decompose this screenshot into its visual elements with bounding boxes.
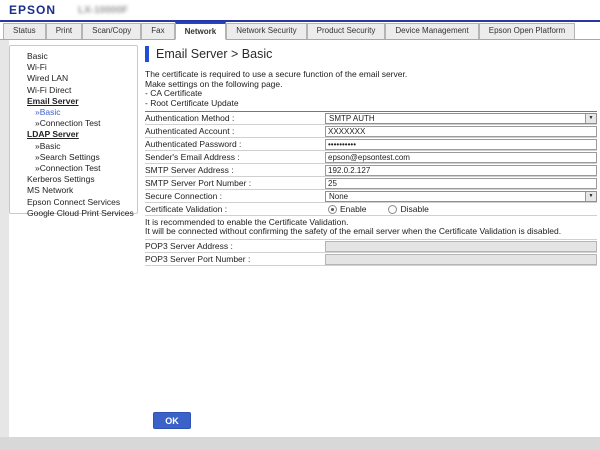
- senders-email-address-input[interactable]: [325, 152, 597, 163]
- pop3-server-port-number-input: [325, 254, 597, 265]
- form-row-senders-email-address: Sender's Email Address :: [145, 151, 597, 164]
- form-row-smtp-server-address: SMTP Server Address :: [145, 164, 597, 177]
- page-title-row: Email Server > Basic: [145, 45, 597, 62]
- pop3-server-address-label: POP3 Server Address :: [145, 241, 325, 251]
- sidebar-item-basic[interactable]: Basic: [10, 51, 137, 62]
- pop3-server-port-number-label: POP3 Server Port Number :: [145, 254, 325, 264]
- sidebar-section-email-server[interactable]: Email Server: [10, 96, 137, 107]
- certificate-validation-disable-option[interactable]: Disable: [388, 204, 428, 214]
- tab-status[interactable]: Status: [3, 23, 46, 39]
- sidebar-item-ms-network[interactable]: MS Network: [10, 185, 137, 196]
- smtp-server-port-number-label: SMTP Server Port Number :: [145, 178, 325, 188]
- app-header: EPSON LX-10000F: [0, 0, 600, 20]
- disable-option-label: Disable: [400, 204, 428, 214]
- main-content: Email Server > Basic The certificate is …: [145, 45, 597, 266]
- sidebar-item-email-server-connection-test[interactable]: »Connection Test: [10, 118, 137, 129]
- authenticated-account-label: Authenticated Account :: [145, 126, 325, 136]
- smtp-server-address-label: SMTP Server Address :: [145, 165, 325, 175]
- sidebar-nav: Basic Wi-Fi Wired LAN Wi-Fi Direct Email…: [9, 45, 138, 214]
- form-row-pop3-server-address: POP3 Server Address :: [145, 240, 597, 253]
- note-line: It will be connected without confirming …: [145, 227, 597, 236]
- radio-selected-icon[interactable]: [328, 205, 337, 214]
- authentication-method-select[interactable]: SMTP AUTH ▼: [325, 113, 597, 124]
- chevron-down-icon[interactable]: ▼: [585, 114, 596, 123]
- smtp-server-address-input[interactable]: [325, 165, 597, 176]
- authentication-method-label: Authentication Method :: [145, 113, 325, 123]
- sidebar-item-google-cloud-print-services[interactable]: Google Cloud Print Services: [10, 208, 137, 219]
- sidebar-item-wired-lan[interactable]: Wired LAN: [10, 73, 137, 84]
- ok-button[interactable]: OK: [153, 412, 191, 429]
- tab-fax[interactable]: Fax: [141, 23, 174, 39]
- tab-print[interactable]: Print: [46, 23, 82, 39]
- sidebar-item-wifi-direct[interactable]: Wi-Fi Direct: [10, 85, 137, 96]
- tab-scan-copy[interactable]: Scan/Copy: [82, 23, 141, 39]
- authentication-method-value: SMTP AUTH: [329, 114, 375, 123]
- form-row-authentication-method: Authentication Method : SMTP AUTH ▼: [145, 112, 597, 125]
- secure-connection-label: Secure Connection :: [145, 191, 325, 201]
- tab-product-security[interactable]: Product Security: [307, 23, 386, 39]
- sidebar-item-email-server-basic[interactable]: »Basic: [10, 107, 137, 118]
- title-accent-bar: [145, 46, 149, 62]
- top-tab-bar: Status Print Scan/Copy Fax Network Netwo…: [0, 22, 600, 40]
- email-server-form: Authentication Method : SMTP AUTH ▼ Auth…: [145, 111, 597, 266]
- tab-network-security[interactable]: Network Security: [226, 23, 306, 39]
- authenticated-password-input[interactable]: [325, 139, 597, 150]
- sidebar-item-wifi[interactable]: Wi-Fi: [10, 62, 137, 73]
- chevron-down-icon[interactable]: ▼: [585, 192, 596, 201]
- sidebar-item-kerberos-settings[interactable]: Kerberos Settings: [10, 174, 137, 185]
- page-description: The certificate is required to use a sec…: [145, 70, 597, 108]
- page-title: Email Server > Basic: [156, 47, 272, 61]
- authenticated-account-input[interactable]: [325, 126, 597, 137]
- sidebar-item-ldap-connection-test[interactable]: »Connection Test: [10, 163, 137, 174]
- printer-model-blurred: LX-10000F: [78, 5, 128, 16]
- description-line: - Root Certificate Update: [145, 99, 597, 109]
- senders-email-address-label: Sender's Email Address :: [145, 152, 325, 162]
- form-row-authenticated-password: Authenticated Password :: [145, 138, 597, 151]
- smtp-server-port-number-input[interactable]: [325, 178, 597, 189]
- form-row-authenticated-account: Authenticated Account :: [145, 125, 597, 138]
- tab-epson-open-platform[interactable]: Epson Open Platform: [479, 23, 575, 39]
- tab-device-management[interactable]: Device Management: [385, 23, 478, 39]
- sidebar-item-ldap-basic[interactable]: »Basic: [10, 141, 137, 152]
- description-line: Make settings on the following page.: [145, 80, 597, 90]
- certificate-validation-note: It is recommended to enable the Certific…: [145, 216, 597, 240]
- form-row-smtp-server-port-number: SMTP Server Port Number :: [145, 177, 597, 190]
- bottom-gutter: [0, 437, 600, 450]
- tab-network[interactable]: Network: [175, 22, 227, 40]
- certificate-validation-enable-option[interactable]: Enable: [328, 204, 366, 214]
- sidebar-section-ldap-server[interactable]: LDAP Server: [10, 129, 137, 140]
- pop3-server-address-input: [325, 241, 597, 252]
- left-gutter: [0, 40, 9, 450]
- secure-connection-select[interactable]: None ▼: [325, 191, 597, 202]
- secure-connection-value: None: [329, 192, 348, 201]
- certificate-validation-label: Certificate Validation :: [145, 204, 325, 214]
- sidebar-item-epson-connect-services[interactable]: Epson Connect Services: [10, 197, 137, 208]
- sidebar-item-ldap-search-settings[interactable]: »Search Settings: [10, 152, 137, 163]
- radio-unselected-icon[interactable]: [388, 205, 397, 214]
- form-row-certificate-validation: Certificate Validation : Enable Disable: [145, 203, 597, 216]
- form-row-pop3-server-port-number: POP3 Server Port Number :: [145, 253, 597, 266]
- authenticated-password-label: Authenticated Password :: [145, 139, 325, 149]
- form-row-secure-connection: Secure Connection : None ▼: [145, 190, 597, 203]
- certificate-validation-radio-group: Enable Disable: [325, 204, 429, 214]
- epson-logo: EPSON: [9, 3, 56, 17]
- enable-option-label: Enable: [340, 204, 366, 214]
